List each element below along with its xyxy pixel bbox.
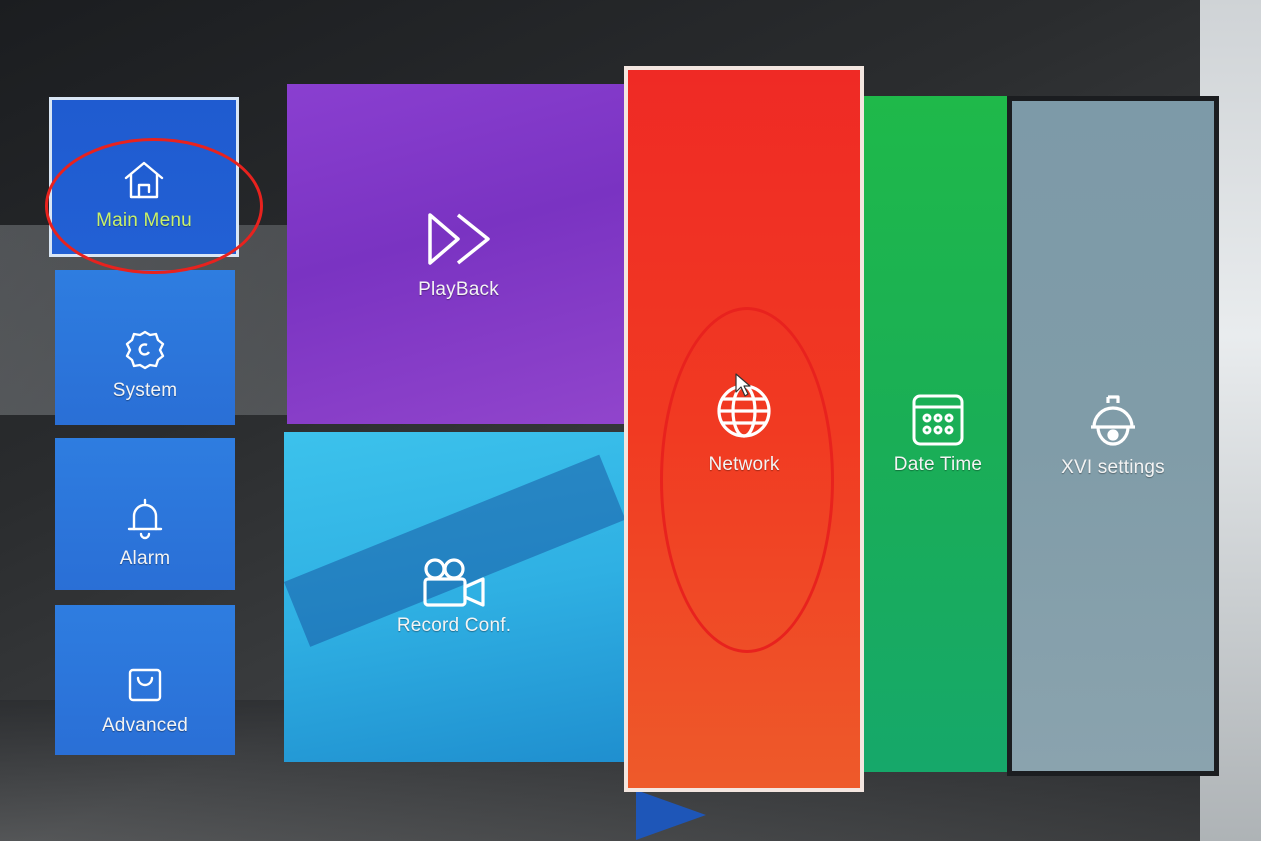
sidebar-item-label: Advanced — [101, 715, 189, 736]
calendar-icon — [910, 392, 966, 448]
sidebar-item-label: Main Menu — [96, 210, 192, 231]
sidebar-item-alarm[interactable]: Alarm — [55, 438, 235, 590]
tile-date-time[interactable]: Date Time — [848, 96, 1028, 772]
tile-label: Network — [708, 454, 780, 475]
tile-record-conf[interactable]: Record Conf. — [284, 432, 624, 762]
video-camera-icon — [421, 557, 487, 609]
tile-label: XVI settings — [1061, 457, 1165, 478]
sidebar-item-label: Alarm — [119, 548, 171, 569]
bag-icon — [123, 663, 167, 707]
mouse-pointer-icon — [734, 372, 752, 403]
sidebar-item-main-menu[interactable]: Main Menu — [49, 97, 239, 257]
tile-label: Record Conf. — [396, 615, 512, 636]
tile-label: PlayBack — [418, 279, 499, 300]
dome-camera-icon — [1088, 393, 1138, 451]
tile-xvi-settings[interactable]: XVI settings — [1007, 96, 1219, 776]
fast-forward-icon — [424, 207, 494, 271]
sidebar-item-advanced[interactable]: Advanced — [55, 605, 235, 755]
bell-icon — [123, 496, 167, 540]
tile-network[interactable]: Network — [624, 66, 864, 792]
gear-icon — [123, 328, 167, 372]
play-arrow-icon — [636, 790, 706, 841]
dvr-main-menu-screen: Main Menu System Alarm Advanced PlayBack… — [0, 0, 1261, 841]
sidebar-item-label: System — [112, 380, 178, 401]
tile-playback[interactable]: PlayBack — [287, 84, 630, 424]
sidebar-item-system[interactable]: System — [55, 270, 235, 425]
tile-label: Date Time — [893, 454, 983, 475]
home-icon — [122, 158, 166, 202]
